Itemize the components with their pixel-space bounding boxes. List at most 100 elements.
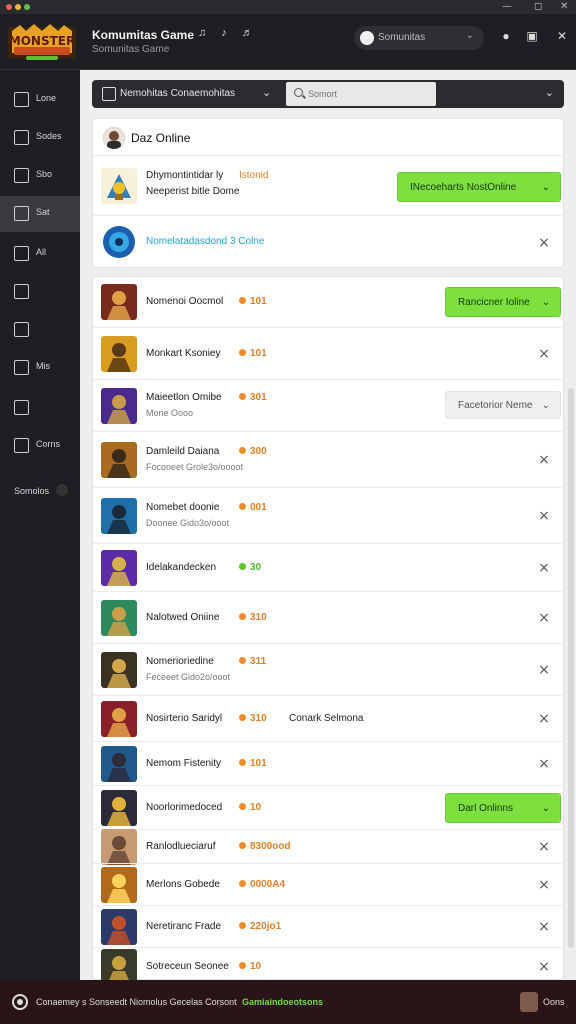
- coin-icon: [239, 759, 246, 766]
- chevron-down-icon[interactable]: ⌄: [262, 86, 271, 99]
- search-box[interactable]: [286, 82, 436, 106]
- table-row[interactable]: Nemom Fistenity 101 ×: [93, 741, 565, 785]
- table-row[interactable]: Ranlodlueciaruf 8300ood ×: [93, 829, 565, 865]
- avatar[interactable]: [520, 992, 538, 1012]
- game-list-card: Nomenoi Oocmol 101 Rancicner Ioline ⌄ Monkar…: [92, 276, 565, 985]
- sidebar-footer-label[interactable]: Somolos: [14, 486, 49, 496]
- close-icon[interactable]: ×: [537, 663, 551, 677]
- coin-icon: [239, 922, 246, 929]
- game-thumbnail: [101, 168, 137, 204]
- filter-bar: Nemohitas Conaemohitas ⌄ ⌄: [92, 80, 564, 108]
- list-item[interactable]: Nomelatadasdond 3 Colne ×: [93, 215, 565, 267]
- sidebar-item-gift[interactable]: [0, 390, 80, 426]
- sidebar-item-sbo[interactable]: Sbo: [0, 158, 80, 194]
- zoom-window-dot[interactable]: [24, 4, 30, 10]
- item-title: Dhymontintidar ly: [146, 170, 224, 181]
- close-icon[interactable]: ×: [537, 960, 551, 974]
- game-thumbnail: [101, 701, 137, 737]
- home-icon: [14, 92, 29, 107]
- online-button[interactable]: Rancicner Ioline ⌄: [445, 287, 561, 317]
- filter-dropdown[interactable]: Nemohitas Conaemohitas: [120, 88, 235, 99]
- tag-icon: [14, 322, 29, 337]
- settings-icon[interactable]: [12, 994, 28, 1010]
- coin-icon: [239, 297, 246, 304]
- table-row[interactable]: Damleild Daiana 300 Foconeet Grole3o/oooot…: [93, 431, 565, 487]
- sidebar-item-music[interactable]: [0, 274, 80, 310]
- close-icon[interactable]: ×: [537, 611, 551, 625]
- item-count: 10: [239, 802, 261, 813]
- close-icon[interactable]: ×: [537, 509, 551, 523]
- coin-icon: [239, 842, 246, 849]
- table-row[interactable]: Nomenoi Oocmol 101 Rancicner Ioline ⌄: [93, 277, 565, 327]
- close-icon[interactable]: ×: [537, 712, 551, 726]
- close-window-dot[interactable]: [6, 4, 12, 10]
- sidebar-item-sat[interactable]: Sat: [0, 196, 80, 232]
- item-count: 310: [239, 612, 267, 623]
- list-item[interactable]: Dhymontintidar ly Istonid Neeperist bitl…: [93, 155, 565, 215]
- coin-icon: [239, 803, 246, 810]
- avatar: [103, 127, 125, 149]
- close-icon[interactable]: ×: [537, 840, 551, 854]
- search-icon: [294, 88, 303, 97]
- sidebar-item-corns[interactable]: Corns: [0, 428, 80, 464]
- table-row[interactable]: Nomerioriedine 311 Feceeet Gido2o/ooot ×: [93, 643, 565, 695]
- close-icon[interactable]: ×: [537, 920, 551, 934]
- close-icon[interactable]: ×: [537, 561, 551, 575]
- table-row[interactable]: Maieetlon Omibe 301 Mone Oooo Facetorior Ne…: [93, 379, 565, 431]
- close-icon[interactable]: ✕: [560, 0, 568, 14]
- app-logo[interactable]: MONSTER: [6, 23, 78, 63]
- close-icon[interactable]: ×: [537, 347, 551, 361]
- close-icon[interactable]: ×: [537, 757, 551, 771]
- online-button[interactable]: INecoeharts NostOnline ⌄: [397, 172, 561, 202]
- coin-icon: [239, 613, 246, 620]
- sidebar-item-lone[interactable]: Lone: [0, 82, 80, 118]
- online-card: Daz Online Dhymontintidar ly Istonid Nee…: [92, 118, 565, 268]
- game-thumbnail: [101, 550, 137, 586]
- music-icon: [14, 284, 29, 299]
- notification-icon[interactable]: ●: [498, 28, 514, 44]
- toggle-icon[interactable]: [56, 484, 68, 496]
- status-bar: Conaemey s Sonseedt Niomolus Gecelas Cor…: [0, 980, 576, 1024]
- sidebar-item-all[interactable]: All: [0, 236, 80, 272]
- sidebar-item-label: Corns: [36, 439, 61, 449]
- minimize-window-dot[interactable]: [15, 4, 21, 10]
- chevron-down-icon: ⌄: [541, 803, 550, 814]
- sidebar-item-tag[interactable]: [0, 312, 80, 348]
- sidebar-item-mis[interactable]: Mis: [0, 350, 80, 386]
- minimize-icon[interactable]: —: [502, 0, 512, 14]
- maximize-icon[interactable]: ◻: [534, 0, 542, 14]
- table-row[interactable]: Idelakandecken 30 ×: [93, 543, 565, 591]
- layers-icon: [14, 438, 29, 453]
- action-button[interactable]: Facetorior Neme ⌄: [445, 391, 561, 419]
- status-link[interactable]: Gamiaindoeotsons: [242, 997, 323, 1007]
- header-tool-icons[interactable]: ♫ ♪ ♬: [198, 27, 259, 39]
- search-input[interactable]: [308, 85, 428, 103]
- item-title: Nomelatadasdond 3 Colne: [146, 236, 265, 247]
- grid-icon: [14, 246, 29, 261]
- online-button[interactable]: Darl Onlinns ⌄: [445, 793, 561, 823]
- sidebar-item-label: Sat: [36, 207, 50, 217]
- item-count: 311: [239, 656, 266, 667]
- table-row[interactable]: Monkart Ksoniey 101 ×: [93, 327, 565, 379]
- close-icon[interactable]: ×: [537, 878, 551, 892]
- close-icon[interactable]: ×: [537, 236, 551, 250]
- table-row[interactable]: Merlons Gobede 0000A4 ×: [93, 863, 565, 905]
- scrollbar[interactable]: [568, 388, 574, 948]
- close-icon[interactable]: ×: [537, 453, 551, 467]
- main-content: Nemohitas Conaemohitas ⌄ ⌄ Daz Online Dh…: [80, 70, 576, 985]
- table-row[interactable]: Noorlorimedoced 10 Darl Onlinns ⌄: [93, 785, 565, 829]
- game-thumbnail: [101, 600, 137, 636]
- grid-icon[interactable]: ▣: [524, 28, 540, 44]
- user-dropdown[interactable]: Somunitas ⌄: [354, 26, 484, 50]
- item-count: 301: [239, 392, 267, 403]
- table-row[interactable]: Nalotwed Oniine 310 ×: [93, 591, 565, 643]
- coin-icon: [239, 714, 246, 721]
- chevron-down-icon[interactable]: ⌄: [545, 86, 554, 99]
- item-count: 101: [239, 296, 267, 307]
- table-row[interactable]: Nosirterio Saridyl 310 Conark Selmona ×: [93, 695, 565, 741]
- close-panel-icon[interactable]: ✕: [554, 28, 570, 44]
- item-title: Neretiranc Frade: [146, 921, 222, 932]
- table-row[interactable]: Neretiranc Frade 220jo1 ×: [93, 905, 565, 947]
- table-row[interactable]: Nomebet doonie 001 Doonee Gido3o/ooot ×: [93, 487, 565, 543]
- sidebar-item-sodes[interactable]: Sodes: [0, 120, 80, 156]
